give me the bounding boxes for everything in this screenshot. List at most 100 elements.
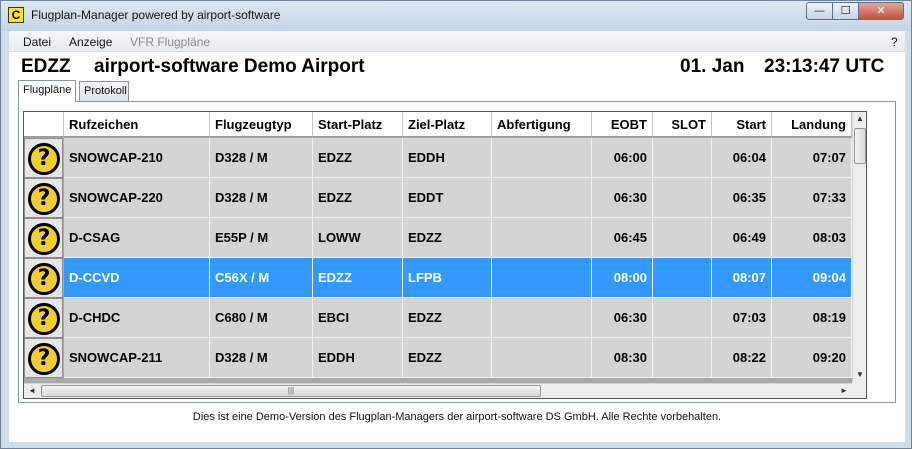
- client-area: Datei Anzeige VFR Flugpläne ? EDZZ airpo…: [9, 31, 905, 442]
- cell-ziel-platz: EDZZ: [403, 338, 492, 378]
- cell-slot: [653, 178, 712, 218]
- cell-start-platz: EDZZ: [313, 138, 403, 178]
- menu-vfr-flugplaene[interactable]: VFR Flugpläne: [130, 35, 210, 49]
- cell-rufzeichen: SNOWCAP-211: [64, 338, 210, 378]
- table-row[interactable]: ? D-CHDC C680 / M EBCI EDZZ 06:30 07:03 08:19: [24, 298, 852, 338]
- cell-ziel-platz: EDZZ: [403, 298, 492, 338]
- app-icon[interactable]: C: [8, 7, 24, 23]
- header-corner: [24, 112, 64, 137]
- cell-landung: 07:07: [772, 138, 852, 178]
- cell-abfertigung: [492, 138, 592, 178]
- cell-ziel-platz: EDDH: [403, 138, 492, 178]
- cell-ziel-platz: LFPB: [403, 258, 492, 298]
- cell-eobt: 06:30: [592, 178, 653, 218]
- cell-start: 08:07: [712, 258, 772, 298]
- cell-abfertigung: [492, 178, 592, 218]
- status-cell[interactable]: ?: [24, 298, 63, 338]
- scroll-left-icon[interactable]: ◄: [28, 386, 36, 395]
- tab-flugplaene[interactable]: Flugpläne: [18, 80, 76, 102]
- cell-start: 06:04: [712, 138, 772, 178]
- airport-header: EDZZ airport-software Demo Airport 01. J…: [9, 53, 905, 81]
- column-header-slot[interactable]: SLOT: [653, 112, 712, 137]
- demo-notice: Dies ist eine Demo-Version des Flugplan-…: [192, 411, 722, 423]
- menu-datei[interactable]: Datei: [23, 35, 51, 49]
- horizontal-scrollbar[interactable]: ◄ ||| ►: [24, 383, 852, 398]
- status-cell[interactable]: ?: [24, 218, 63, 258]
- question-icon: ?: [28, 223, 60, 255]
- question-icon: ?: [28, 183, 60, 215]
- airport-name: airport-software Demo Airport: [94, 56, 365, 77]
- table-row[interactable]: ? D-CSAG E55P / M LOWW EDZZ 06:45 06:49 08:03: [24, 218, 852, 258]
- column-header-eobt[interactable]: EOBT: [592, 112, 653, 137]
- cell-abfertigung: [492, 298, 592, 338]
- status-cell[interactable]: ?: [24, 258, 63, 298]
- question-icon: ?: [28, 343, 60, 375]
- table-row[interactable]: ? SNOWCAP-211 D328 / M EDDH EDZZ 08:30 08:22 09…: [24, 338, 852, 378]
- cell-eobt: 06:00: [592, 138, 653, 178]
- grid-content: Rufzeichen Flugzeugtyp Start-Platz Ziel-Pla…: [24, 112, 852, 383]
- airport-icao: EDZZ: [21, 56, 71, 77]
- column-header-start-platz[interactable]: Start-Platz: [313, 112, 403, 137]
- cell-start: 06:49: [712, 218, 772, 258]
- cell-slot: [653, 218, 712, 258]
- scroll-down-icon[interactable]: ▼: [856, 370, 864, 379]
- scroll-right-icon[interactable]: ►: [840, 386, 848, 395]
- menu-help[interactable]: ?: [891, 35, 898, 49]
- cell-start-platz: EDZZ: [313, 178, 403, 218]
- cell-eobt: 06:45: [592, 218, 653, 258]
- column-header-landung[interactable]: Landung: [772, 112, 852, 137]
- table-row[interactable]: ? SNOWCAP-210 D328 / M EDZZ EDDH 06:00 06:04 07…: [24, 138, 852, 178]
- question-icon: ?: [28, 143, 60, 175]
- status-cell[interactable]: ?: [24, 338, 63, 378]
- cell-landung: 08:19: [772, 298, 852, 338]
- cell-start: 07:03: [712, 298, 772, 338]
- cell-abfertigung: [492, 338, 592, 378]
- cell-eobt: 08:30: [592, 338, 653, 378]
- horizontal-scroll-thumb[interactable]: |||: [41, 385, 541, 397]
- flight-plan-grid: Rufzeichen Flugzeugtyp Start-Platz Ziel-Pla…: [23, 111, 867, 399]
- cell-landung: 07:33: [772, 178, 852, 218]
- cell-rufzeichen: SNOWCAP-220: [64, 178, 210, 218]
- window-title: Flugplan-Manager powered by airport-soft…: [31, 8, 281, 22]
- cell-flugzeugtyp: C56X / M: [210, 258, 313, 298]
- cell-flugzeugtyp: D328 / M: [210, 338, 313, 378]
- cell-start-platz: EDZZ: [313, 258, 403, 298]
- maximize-button[interactable]: ☐: [832, 2, 859, 20]
- cell-eobt: 08:00: [592, 258, 653, 298]
- cell-slot: [653, 298, 712, 338]
- status-cell[interactable]: ?: [24, 138, 63, 178]
- vertical-scroll-thumb[interactable]: [854, 128, 866, 164]
- scrollbar-corner: [852, 383, 866, 398]
- tab-protokoll[interactable]: Protokoll: [79, 81, 129, 102]
- cell-abfertigung: [492, 218, 592, 258]
- cell-rufzeichen: D-CSAG: [64, 218, 210, 258]
- cell-ziel-platz: EDDT: [403, 178, 492, 218]
- minimize-button[interactable]: —: [806, 2, 833, 20]
- current-time: 23:13:47 UTC: [764, 56, 885, 77]
- cell-abfertigung: [492, 258, 592, 298]
- scroll-up-icon[interactable]: ▲: [856, 114, 864, 123]
- table-row[interactable]: ? D-CCVD C56X / M EDZZ LFPB 08:00 08:07 09:04: [24, 258, 852, 298]
- cell-slot: [653, 258, 712, 298]
- close-button[interactable]: ✕: [858, 2, 904, 20]
- vertical-scrollbar[interactable]: ▲ ▼: [852, 112, 866, 383]
- cell-eobt: 06:30: [592, 298, 653, 338]
- menu-anzeige[interactable]: Anzeige: [69, 35, 112, 49]
- current-date: 01. Jan: [680, 56, 745, 77]
- column-header-start[interactable]: Start: [712, 112, 772, 137]
- column-header-flugzeugtyp[interactable]: Flugzeugtyp: [210, 112, 313, 137]
- cell-rufzeichen: SNOWCAP-210: [64, 138, 210, 178]
- table-row[interactable]: ? SNOWCAP-220 D328 / M EDZZ EDDT 06:30 06:35 07…: [24, 178, 852, 218]
- cell-landung: 09:04: [772, 258, 852, 298]
- status-cell[interactable]: ?: [24, 178, 63, 218]
- question-icon: ?: [28, 303, 60, 335]
- column-header-abfertigung[interactable]: Abfertigung: [492, 112, 592, 137]
- column-header-rufzeichen[interactable]: Rufzeichen: [64, 112, 210, 137]
- cell-start-platz: LOWW: [313, 218, 403, 258]
- column-header-ziel-platz[interactable]: Ziel-Platz: [403, 112, 492, 137]
- cell-start-platz: EBCI: [313, 298, 403, 338]
- cell-flugzeugtyp: C680 / M: [210, 298, 313, 338]
- cell-start: 06:35: [712, 178, 772, 218]
- cell-slot: [653, 138, 712, 178]
- title-bar[interactable]: C Flugplan-Manager powered by airport-so…: [1, 1, 911, 31]
